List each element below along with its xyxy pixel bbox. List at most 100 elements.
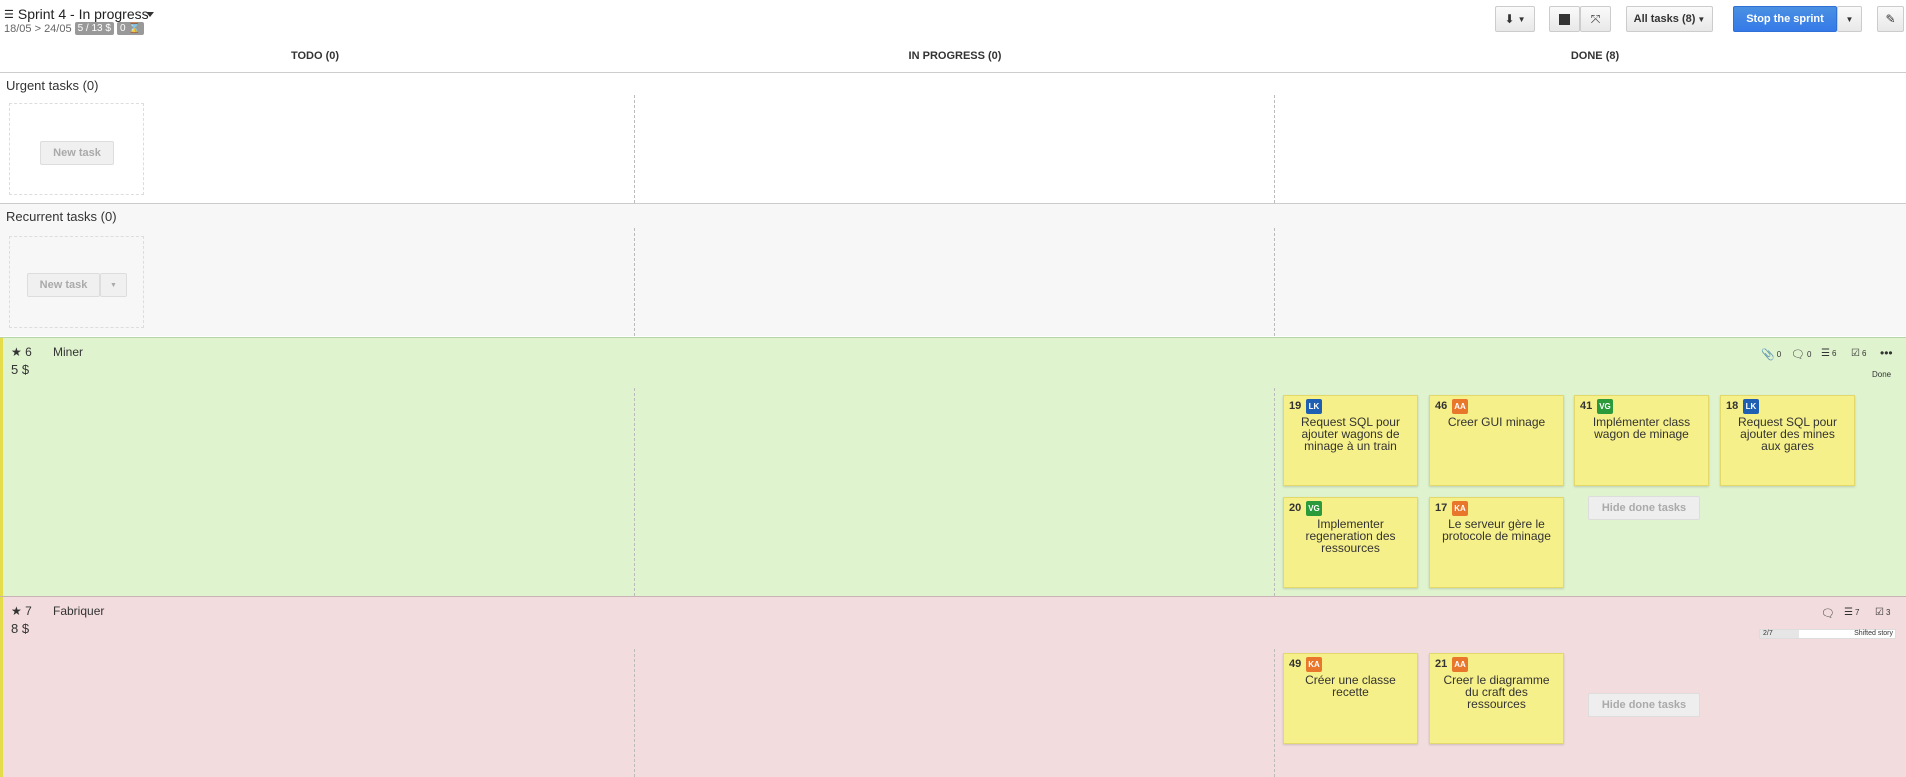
urgent-new-task-button[interactable]: New task [40,141,114,165]
story-lane-miner: ★ 6 5 $ Miner 📎 0 🗨 0 ☰ 6 ☑ 6 ••• Done 1… [0,338,1906,596]
comments-metric[interactable]: 🗨 0 [1791,348,1811,361]
comment-icon: 🗨 [1821,608,1835,620]
story-progress-bar: 2/7 Shifted story [1759,629,1896,639]
assignee-avatar: KA [1306,657,1322,672]
task-card[interactable]: 20 VG Implementer regeneration des ressour… [1283,497,1418,588]
tasks-metric[interactable]: ☰ 7 [1844,607,1859,618]
story-rank: ★ 6 [11,345,32,359]
task-title: Request SQL pour ajouter wagons de minag… [1301,415,1400,453]
fullscreen-icon: ⤧ [1590,11,1601,26]
task-title: Implementer regeneration des ressources [1305,517,1396,555]
all-tasks-filter[interactable]: All tasks (8) ▼ [1626,6,1713,32]
assignee-avatar: VG [1306,501,1322,516]
task-card[interactable]: 41 VG Implémenter class wagon de minage [1574,395,1709,486]
sprint-subtitle: 18/05 > 24/05 5 / 13 $ 0 ⌛ [4,22,144,35]
task-number: 18 [1726,400,1739,412]
attachments-metric[interactable]: 📎 0 [1761,348,1781,361]
edit-button[interactable]: ✎ [1877,6,1904,32]
download-button[interactable]: ⬇ ▼ [1495,6,1535,32]
checks-count: 6 [1861,349,1867,358]
task-card[interactable]: 17 KA Le serveur gère le protocole de mina… [1429,497,1564,588]
task-title: Implémenter class wagon de minage [1592,415,1691,441]
checks-metric[interactable]: ☑ 3 [1875,607,1890,618]
download-icon: ⬇ [1504,12,1515,26]
urgent-lane: Urgent tasks (0) New task [0,73,1906,203]
hide-done-tasks-button[interactable]: Hide done tasks [1588,496,1700,520]
task-card[interactable]: 21 AA Creer le diagramme du craft des ress… [1429,653,1564,744]
task-title: Le serveur gère le protocole de minage [1442,517,1551,543]
story-progress-text: 2/7 [1763,630,1773,637]
more-options-icon[interactable]: ••• [1880,346,1893,360]
sprint-time-badge: 0 ⌛ [116,22,144,35]
checks-count: 3 [1885,608,1891,617]
hide-done-tasks-button[interactable]: Hide done tasks [1588,693,1700,717]
paperclip-icon: 📎 [1761,349,1775,361]
story-rank: ★ 7 [11,604,32,618]
stop-sprint-label: Stop the sprint [1746,13,1824,25]
task-title: Request SQL pour ajouter des mines aux g… [1738,415,1837,453]
assignee-avatar: VG [1597,399,1613,414]
story-rank-value: 7 [25,604,32,618]
task-title: Créer une classe recette [1305,673,1396,699]
recurrent-lane-title: Recurrent tasks (0) [6,209,117,224]
task-card[interactable]: 46 AA Creer GUI minage [1429,395,1564,486]
recurrent-new-task-button[interactable]: New task [27,273,100,297]
tasks-count: 7 [1854,608,1860,617]
chevron-down-icon: ▼ [110,281,117,289]
column-separator [634,95,635,203]
task-title: Creer GUI minage [1447,415,1546,429]
sprint-dates: 18/05 > 24/05 [4,22,72,35]
postit-icon [1559,13,1570,25]
sprint-title[interactable]: ☰ Sprint 4 - In progress [4,6,149,22]
fullscreen-button[interactable]: ⤧ [1580,6,1611,32]
chevron-down-icon: ▼ [1517,14,1526,24]
story-state: Done [1872,370,1892,379]
sprint-title-text: Sprint 4 - In progress [17,6,149,22]
story-state: Shifted story [1854,630,1893,637]
story-points: 8 $ [11,621,30,636]
checkbox-icon: ☑ [1875,607,1884,618]
tasks-icon: ☰ [1821,348,1830,359]
sprint-menu-caret-icon[interactable] [146,12,154,17]
sprint-points-badge: 5 / 13 $ [74,22,114,35]
task-number: 41 [1580,400,1593,412]
postit-view-button[interactable] [1549,6,1580,32]
story-rank-value: 6 [25,345,32,359]
story-name[interactable]: Miner [53,345,83,359]
task-card[interactable]: 19 LK Request SQL pour ajouter wagons de m… [1283,395,1418,486]
star-icon: ★ [11,345,22,359]
task-card[interactable]: 18 LK Request SQL pour ajouter des mines a… [1720,395,1855,486]
checks-metric[interactable]: ☑ 6 [1851,348,1866,359]
star-icon: ★ [11,604,22,618]
column-separator [1274,388,1275,596]
comments-count: 0 [1806,350,1812,359]
comments-metric[interactable]: 🗨 [1821,607,1835,620]
assignee-avatar: LK [1743,399,1759,414]
all-tasks-label: All tasks (8) [1633,13,1696,25]
stop-sprint-button[interactable]: Stop the sprint [1733,6,1837,32]
stop-sprint-menu-button[interactable]: ▼ [1837,6,1862,32]
task-number: 49 [1289,658,1302,670]
task-number: 17 [1435,502,1448,514]
tasks-metric[interactable]: ☰ 6 [1821,348,1836,359]
tasks-icon: ☰ [1844,607,1853,618]
task-number: 20 [1289,502,1302,514]
story-name[interactable]: Fabriquer [53,604,104,618]
column-separator [634,228,635,336]
top-bar: ☰ Sprint 4 - In progress 18/05 > 24/05 5… [0,0,1906,40]
chevron-down-icon: ▼ [1845,14,1854,24]
assignee-avatar: AA [1452,399,1468,414]
story-points: 5 $ [11,362,30,377]
tasks-count: 6 [1831,349,1837,358]
task-card[interactable]: 49 KA Créer une classe recette [1283,653,1418,744]
story-lane-fabriquer: ★ 7 8 $ Fabriquer 🗨 ☰ 7 ☑ 3 2/7 Shifted … [0,597,1906,777]
task-title: Creer le diagramme du craft des ressourc… [1443,673,1550,711]
attachments-count: 0 [1776,350,1782,359]
comment-icon: 🗨 [1791,349,1805,361]
recurrent-new-task-menu[interactable]: ▼ [100,273,127,297]
column-separator [634,649,635,777]
chevron-down-icon: ▼ [1697,14,1706,24]
assignee-avatar: LK [1306,399,1322,414]
column-separator [1274,95,1275,203]
assignee-avatar: AA [1452,657,1468,672]
